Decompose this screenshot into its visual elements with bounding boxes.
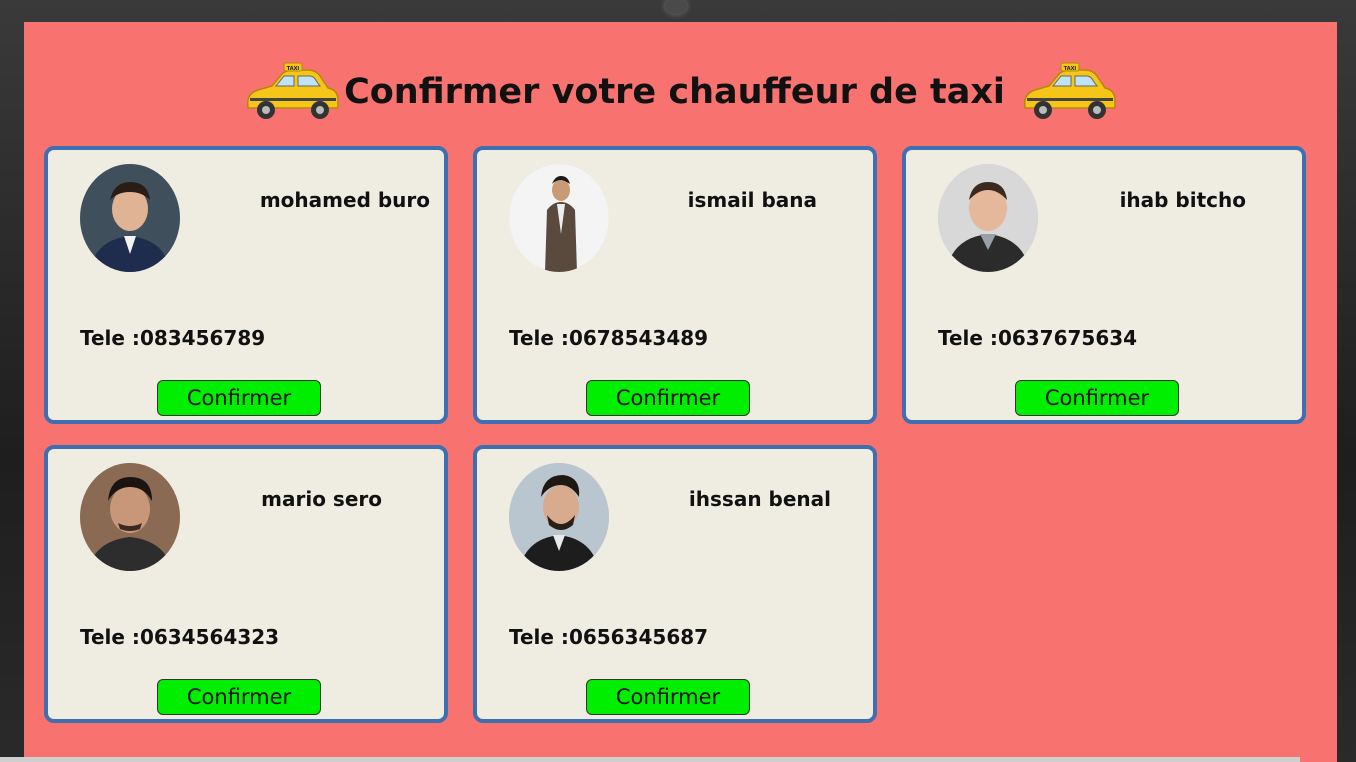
driver-phone: Tele :0656345687 [509,625,708,649]
confirm-button[interactable]: Confirmer [157,679,321,715]
phone-number: 0656345687 [568,625,709,649]
confirm-button[interactable]: Confirmer [586,679,750,715]
confirm-button[interactable]: Confirmer [157,380,321,416]
phone-number: 0634564323 [139,625,280,649]
phone-number: 083456789 [139,326,266,350]
confirm-button[interactable]: Confirmer [586,380,750,416]
taxi-icon: TAXI [1023,62,1116,119]
driver-avatar [509,164,609,272]
driver-card: mohamed buro Tele :083456789 Confirmer [44,146,448,424]
driver-avatar [80,463,180,571]
driver-name: ismail bana [687,188,817,212]
phone-number: 0637675634 [997,326,1138,350]
driver-name: mohamed buro [259,188,430,212]
driver-phone: Tele :083456789 [80,326,265,350]
driver-phone: Tele :0637675634 [938,326,1137,350]
driver-name: ihab bitcho [1119,188,1246,212]
main-panel: TAXI Confirmer votre chauffeur de taxi T… [24,22,1337,762]
taxi-icon: TAXI [247,62,339,119]
driver-avatar [509,463,609,571]
phone-label: Tele : [938,326,998,350]
phone-label: Tele : [509,326,569,350]
driver-card: mario sero Tele :0634564323 Confirmer [44,445,448,723]
driver-avatar [938,164,1038,272]
driver-card: ismail bana Tele :0678543489 Confirmer [473,146,877,424]
phone-label: Tele : [80,625,140,649]
driver-phone: Tele :0634564323 [80,625,279,649]
taxi-sign-text: TAXI [287,66,300,72]
driver-phone: Tele :0678543489 [509,326,708,350]
driver-avatar [80,164,180,272]
driver-card: ihssan benal Tele :0656345687 Confirmer [473,445,877,723]
phone-label: Tele : [509,625,569,649]
driver-name: ihssan benal [688,487,831,511]
window-bottom-edge [0,757,1300,762]
driver-card: ihab bitcho Tele :0637675634 Confirmer [902,146,1306,424]
page-header: TAXI Confirmer votre chauffeur de taxi T… [24,60,1337,124]
driver-name: mario sero [261,487,382,511]
taxi-sign-text: TAXI [1064,66,1077,72]
phone-label: Tele : [80,326,140,350]
phone-number: 0678543489 [568,326,709,350]
page-title: Confirmer votre chauffeur de taxi [344,72,1005,112]
webcam-dot [665,0,687,14]
confirm-button[interactable]: Confirmer [1015,380,1179,416]
